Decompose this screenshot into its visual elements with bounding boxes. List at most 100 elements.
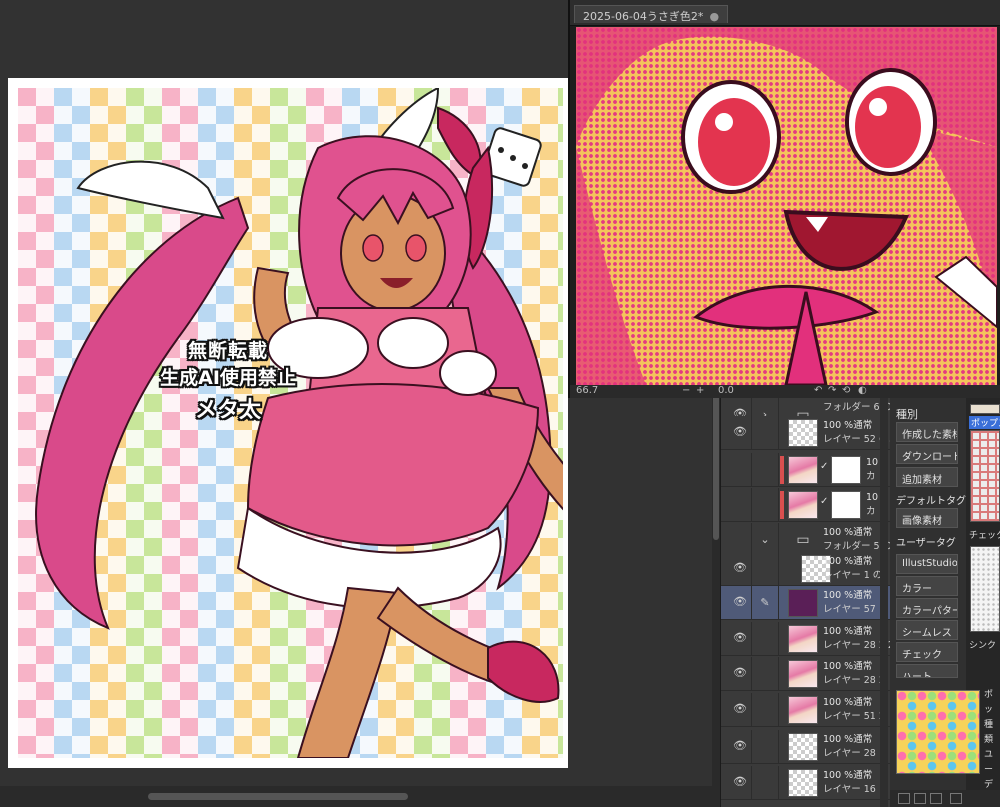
layer-edit-toggle[interactable] (751, 488, 779, 522)
layer-row-57-selected[interactable]: 👁 ✎ 100 %通常 レイヤー 57 (721, 586, 891, 620)
material-item-created[interactable]: 作成した素材 (896, 422, 958, 442)
material-item-additional[interactable]: 追加素材 (896, 467, 958, 487)
material-user-tag-label[interactable]: ユーザータグ (896, 534, 956, 549)
material-item-downloaded[interactable]: ダウンロードした (896, 444, 958, 464)
vertical-scroll-thumb[interactable] (713, 380, 719, 540)
material-thumbnail[interactable] (970, 404, 1000, 414)
mask-link-icon[interactable]: ✓ (820, 461, 828, 472)
layer-opacity: 100 (823, 661, 842, 672)
closeup-illustration (576, 27, 997, 385)
layer-row-masked-2[interactable]: ✓ 10 カ (721, 488, 891, 522)
layer-row-52-copy[interactable]: 👁 100 %通常 レイヤー 52 のコピ (721, 416, 891, 450)
layer-opacity: 100 (823, 590, 842, 601)
layer-thumbnail (788, 419, 818, 447)
material-thumbnail-check[interactable] (970, 430, 1000, 522)
material-caption-selected[interactable]: ポップス (969, 416, 1000, 429)
material-category-heading: 種別 (896, 408, 918, 421)
pen-edit-icon[interactable]: ✎ (751, 586, 779, 620)
horizontal-scroll-thumb[interactable] (148, 793, 408, 800)
layer-thumbnail (788, 589, 818, 617)
layer-edit-toggle[interactable] (751, 416, 779, 450)
material-item-heart[interactable]: ハート (896, 664, 958, 678)
layer-edit-toggle[interactable] (751, 730, 779, 764)
eye-icon (733, 533, 747, 545)
material-thumbnail-dots[interactable] (970, 546, 1000, 632)
sub-view-tab[interactable]: 2025-06-04うさぎ色2* ● (574, 5, 729, 23)
zoom-out-icon[interactable]: − (682, 385, 690, 396)
layer-row-28[interactable]: 👁 100 %通常 レイヤー 28 (721, 730, 891, 764)
paste-material-icon[interactable] (950, 793, 962, 804)
material-panel[interactable]: 種別 作成した素材 ダウンロードした 追加素材 デフォルトタグ 画像素材 ユーザ… (890, 398, 1000, 807)
rotation-angle-value[interactable]: 0.0 (718, 385, 734, 396)
eye-icon[interactable]: 👁 (733, 667, 747, 679)
grid-view-icon[interactable] (914, 793, 926, 804)
layer-edit-toggle[interactable] (751, 622, 779, 656)
eye-icon[interactable]: 👁 (733, 426, 747, 438)
eye-icon[interactable]: 👁 (733, 740, 747, 752)
zoom-level-value[interactable]: 66.7 (576, 385, 598, 396)
layer-row-28-2[interactable]: 👁 100 %通常 レイヤー 28 2 (721, 657, 891, 691)
material-preview-pattern[interactable] (896, 690, 980, 774)
eye-icon[interactable]: 👁 (733, 703, 747, 715)
layer-panel[interactable]: 👁 › ▭ フォルダー 6 のコピ 👁 100 %通常 レイヤー 52 のコピ … (720, 398, 891, 807)
layer-panel-scrollbar[interactable] (880, 398, 888, 807)
material-caption: チェック (969, 531, 1000, 541)
reset-rotation-icon[interactable]: ⟲ (842, 385, 850, 396)
layer-thumbnail (788, 769, 818, 797)
eye-icon[interactable]: 👁 (733, 776, 747, 788)
layer-edit-toggle[interactable] (751, 657, 779, 691)
material-item-color-pattern[interactable]: カラーパターン (896, 598, 958, 618)
sub-view-zoomed-image[interactable] (576, 27, 997, 385)
eye-icon[interactable]: 👁 (733, 632, 747, 644)
layer-blend-mode: %通常 (844, 734, 873, 745)
preview-caption-name: ポッ (984, 690, 994, 715)
material-item-image[interactable]: 画像素材 (896, 508, 958, 528)
layer-row-16[interactable]: 👁 100 %通常 レイヤー 16 (721, 766, 891, 800)
thumbnail-view-icon[interactable] (930, 793, 942, 804)
watermark-text: 無断転載 生成AI使用禁止 メタ太 (153, 336, 303, 424)
eye-icon[interactable]: 👁 (733, 562, 747, 574)
layer-edit-toggle[interactable] (751, 453, 779, 487)
material-item-seamless[interactable]: シームレス (896, 620, 958, 640)
mask-link-icon[interactable]: ✓ (820, 496, 828, 507)
layer-opacity: 100 (823, 734, 842, 745)
layer-row-28-2-2[interactable]: 👁 100 %通常 レイヤー 28 2 2 (721, 622, 891, 656)
sub-view-titlebar: 2025-06-04うさぎ色2* ● (570, 0, 1000, 26)
rotate-left-icon[interactable]: ↶ (814, 385, 822, 396)
close-icon[interactable]: ● (709, 10, 719, 23)
material-default-tag-label[interactable]: デフォルトタグ (896, 492, 966, 507)
material-caption: シンク (969, 641, 997, 651)
layer-blend-mode: %通常 (844, 556, 873, 567)
material-panel-toolbar (890, 790, 1000, 807)
folder-open-icon: ▭ (796, 532, 810, 548)
layer-row-masked-1[interactable]: ✓ 10 カ (721, 453, 891, 487)
zoom-in-icon[interactable]: + (696, 385, 704, 396)
layer-row-51-2[interactable]: 👁 100 %通常 レイヤー 51 2 (721, 693, 891, 727)
layer-blend-mode: %通常 (844, 661, 873, 672)
material-item-illuststudio[interactable]: IllustStudio (896, 554, 958, 574)
artwork-illustration[interactable]: 無断転載 生成AI使用禁止 メタ太 (18, 88, 563, 758)
layer-thumbnail (788, 660, 818, 688)
layer-blend-mode: %通常 (844, 626, 873, 637)
sub-view-window[interactable]: 2025-06-04うさぎ色2* ● 66.7 − + 0.0 ↶ ↷ ⟲ ◐ (568, 0, 1000, 398)
layer-thumbnail (788, 456, 818, 484)
layer-thumbnail (788, 491, 818, 519)
canvas-horizontal-scrollbar[interactable] (0, 786, 720, 807)
layer-row-1[interactable]: 👁 100 %通常 レイヤー 1 の (721, 552, 891, 586)
layer-edit-toggle[interactable] (751, 552, 779, 586)
layer-edit-toggle[interactable] (751, 766, 779, 800)
layer-mask-thumbnail (831, 456, 861, 484)
watermark-signature: メタ太 (194, 398, 261, 423)
layer-edit-toggle[interactable] (751, 693, 779, 727)
layer-mask-thumbnail (831, 491, 861, 519)
layer-opacity: 100 (823, 556, 842, 567)
preview-caption-type: 種類 (984, 720, 994, 745)
layer-color-label (780, 456, 784, 484)
list-view-icon[interactable] (898, 793, 910, 804)
rotate-right-icon[interactable]: ↷ (828, 385, 836, 396)
material-item-check[interactable]: チェック (896, 642, 958, 662)
flip-icon[interactable]: ◐ (858, 385, 867, 396)
layer-thumbnail (788, 696, 818, 724)
material-item-color[interactable]: カラー (896, 576, 958, 596)
eye-icon[interactable]: 👁 (733, 596, 747, 608)
